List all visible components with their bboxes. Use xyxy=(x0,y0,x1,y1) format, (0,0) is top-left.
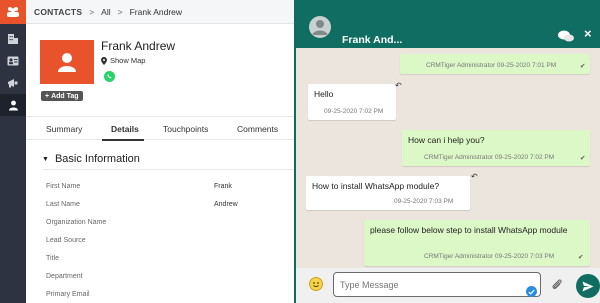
message-input[interactable] xyxy=(333,272,541,297)
message-text: How can i help you? xyxy=(408,135,485,145)
breadcrumb-separator: > xyxy=(89,6,95,17)
message-meta: CRMTiger Administrator 09-25-2020 7:02 P… xyxy=(424,154,555,161)
person-icon xyxy=(8,100,18,110)
message-meta: 09-25-2020 7:02 PM xyxy=(324,108,384,115)
rail-item-contacts-card[interactable] xyxy=(0,50,26,72)
check-icon: ✔ xyxy=(580,155,586,162)
check-icon: ✔ xyxy=(578,254,584,261)
field-label: Department xyxy=(46,273,83,280)
breadcrumb-filter[interactable]: All xyxy=(101,7,110,17)
active-tab-indicator xyxy=(102,139,144,141)
outgoing-message: How can i help you? CRMTiger Administrat… xyxy=(402,130,590,166)
tab-touchpoints[interactable]: Touchpoints xyxy=(163,124,208,134)
send-button[interactable] xyxy=(576,274,600,298)
map-pin-icon xyxy=(101,56,107,65)
field-label: Primary Email xyxy=(46,291,90,298)
show-map-link[interactable]: Show Map xyxy=(101,56,145,65)
paperclip-icon[interactable] xyxy=(551,278,563,294)
incoming-message: How to install WhatsApp module? 09-25-20… xyxy=(306,176,470,210)
chat-bubbles-icon[interactable] xyxy=(558,30,574,44)
show-map-label: Show Map xyxy=(110,56,146,65)
field-label: Lead Source xyxy=(46,237,86,244)
plus-icon: + xyxy=(45,92,50,100)
tab-summary[interactable]: Summary xyxy=(46,124,82,134)
field-label: Title xyxy=(46,255,59,262)
record-panel: + Add Tag Frank Andrew Show Map Summary … xyxy=(26,24,294,303)
field-value[interactable]: Andrew xyxy=(214,201,238,208)
field-label: Last Name xyxy=(46,201,80,208)
rail-item-contacts[interactable] xyxy=(0,94,26,116)
building-icon xyxy=(8,34,18,44)
person-icon xyxy=(58,53,76,72)
whatsapp-chat-panel: Frank And... × CRMTiger Administrator 09… xyxy=(294,0,600,303)
message-text: Hello xyxy=(314,89,334,99)
whatsapp-icon[interactable] xyxy=(104,71,115,82)
message-text: please follow below step to install What… xyxy=(370,225,568,235)
people-icon xyxy=(7,7,19,17)
chat-contact-avatar xyxy=(309,16,331,40)
contact-avatar xyxy=(40,40,94,84)
field-label: Organization Name xyxy=(46,219,107,226)
person-icon xyxy=(309,16,331,38)
check-circle-icon xyxy=(526,286,537,297)
breadcrumb-record: Frank Andrew xyxy=(129,6,183,17)
message-meta: CRMTiger Administrator 09-25-2020 7:01 P… xyxy=(426,62,557,69)
breadcrumb-module[interactable]: CONTACTS xyxy=(34,7,82,17)
rail-item-campaigns[interactable] xyxy=(0,72,26,94)
message-meta: 09-25-2020 7:03 PM xyxy=(394,198,454,205)
chat-title: Frank And... xyxy=(342,34,403,46)
breadcrumb: CONTACTS > All > Frank Andrew xyxy=(26,0,294,24)
tab-details[interactable]: Details xyxy=(111,124,139,134)
add-tag-label: Add Tag xyxy=(51,92,79,100)
divider xyxy=(42,169,294,170)
field-label: First Name xyxy=(46,183,81,190)
reply-icon[interactable]: ↶ xyxy=(471,172,478,181)
message-text: How to install WhatsApp module? xyxy=(312,181,440,191)
message-composer xyxy=(296,268,600,303)
section-header[interactable]: ▼ Basic Information xyxy=(42,153,140,165)
close-icon[interactable]: × xyxy=(584,26,592,41)
chat-header: Frank And... × xyxy=(296,0,600,48)
record-tabs: Summary Details Touchpoints Comments xyxy=(26,116,294,141)
outgoing-message: please follow below step to install What… xyxy=(364,220,590,266)
incoming-message: Hello 09-25-2020 7:02 PM xyxy=(308,84,396,120)
outgoing-message: CRMTiger Administrator 09-25-2020 7:01 P… xyxy=(400,54,590,74)
add-tag-button[interactable]: + Add Tag xyxy=(41,91,83,101)
app-logo[interactable] xyxy=(0,0,26,24)
section-title: Basic Information xyxy=(54,153,140,165)
field-value[interactable]: Frank xyxy=(214,183,232,190)
chat-messages: CRMTiger Administrator 09-25-2020 7:01 P… xyxy=(296,48,600,268)
check-icon: ✔ xyxy=(580,63,586,70)
reply-icon[interactable]: ↶ xyxy=(395,81,402,90)
caret-down-icon: ▼ xyxy=(42,155,49,163)
message-meta: CRMTiger Administrator 09-25-2020 7:03 P… xyxy=(424,253,555,260)
breadcrumb-separator: > xyxy=(117,6,123,17)
tab-comments[interactable]: Comments xyxy=(237,124,278,134)
contact-name: Frank Andrew xyxy=(101,39,176,53)
send-icon xyxy=(582,281,594,291)
rail-item-organizations[interactable] xyxy=(0,28,26,50)
megaphone-icon xyxy=(8,79,18,88)
left-rail xyxy=(0,0,26,303)
emoji-icon[interactable] xyxy=(309,277,323,291)
id-card-icon xyxy=(7,56,19,66)
